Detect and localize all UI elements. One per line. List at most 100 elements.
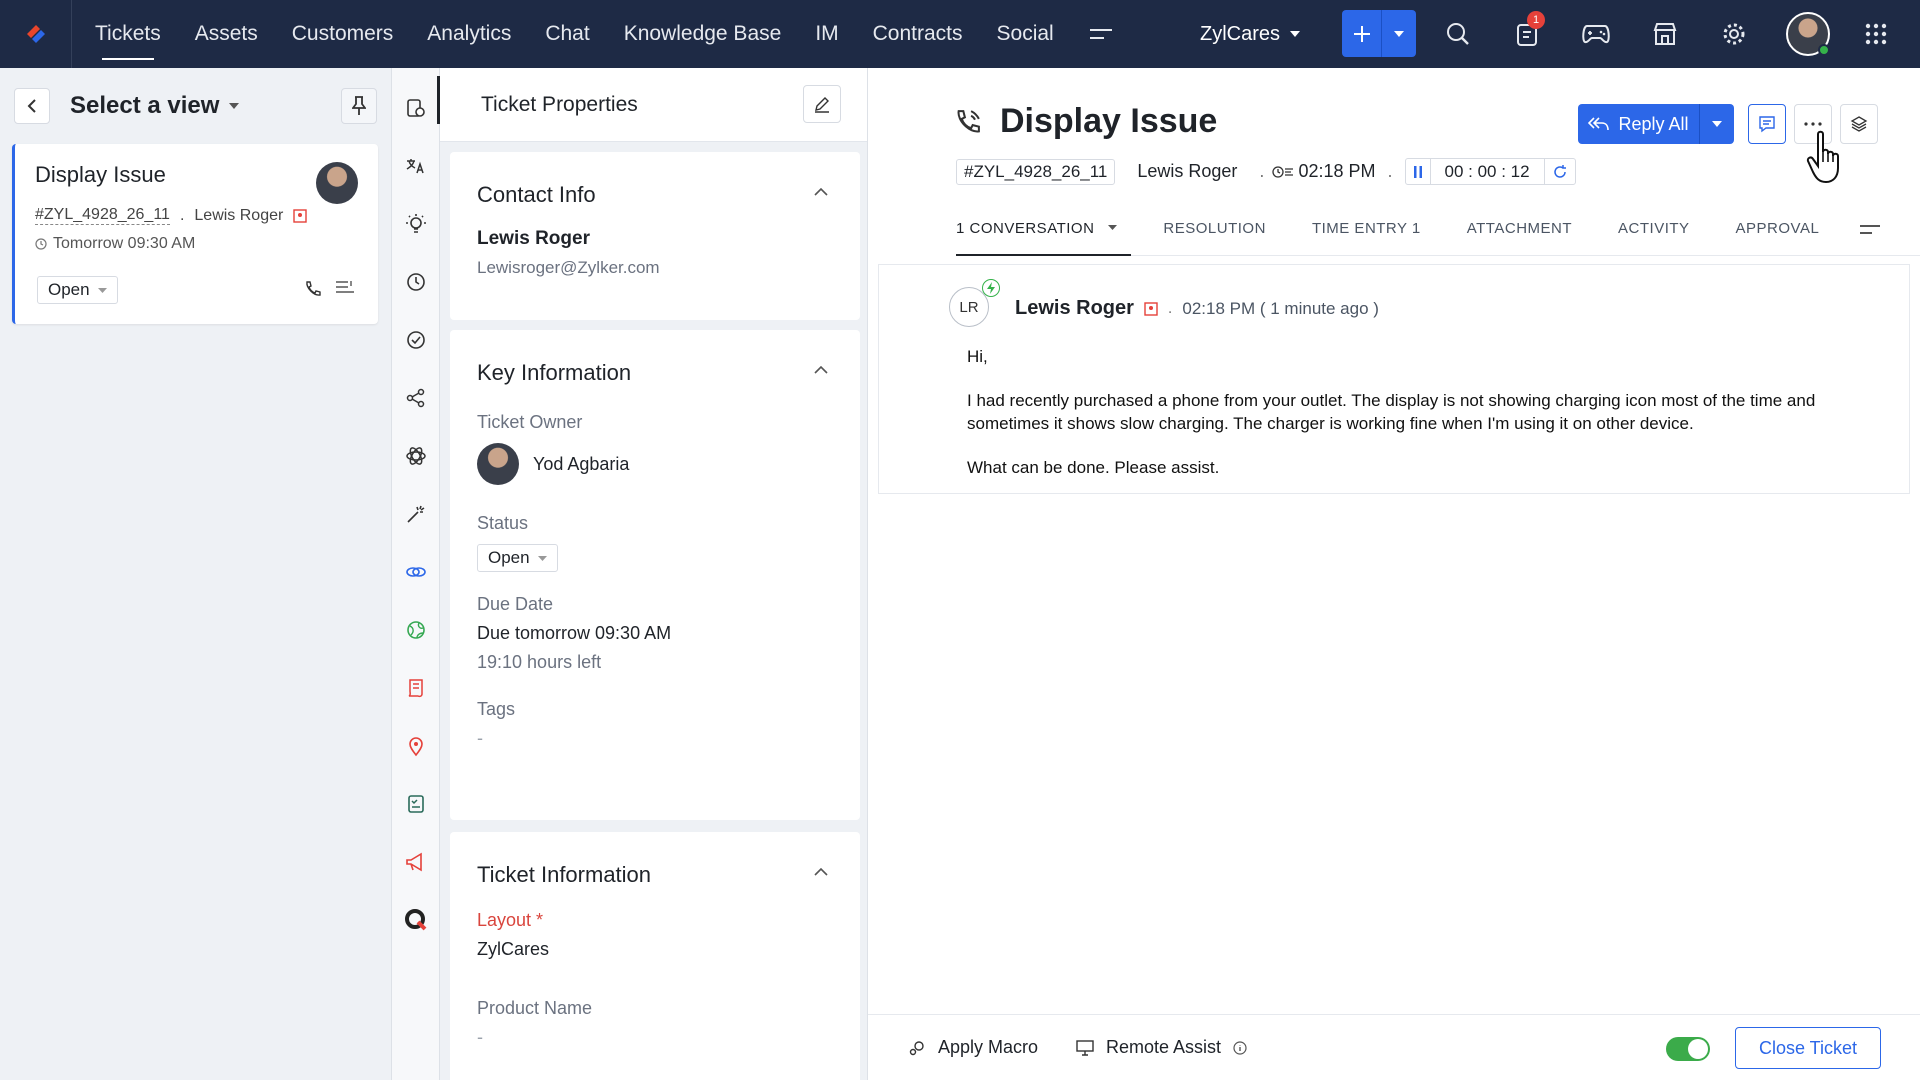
app-grid-icon[interactable]	[1856, 14, 1896, 54]
chevron-up-icon[interactable]	[814, 868, 828, 876]
macro-gear-icon	[909, 1040, 924, 1055]
main-nav: Tickets Assets Customers Analytics Chat …	[72, 0, 1131, 68]
tab-activity[interactable]: ACTIVITY	[1618, 216, 1690, 255]
scroll-integration-icon[interactable]	[400, 672, 432, 704]
layout-label: Layout *	[477, 910, 544, 930]
check-circle-icon[interactable]	[400, 324, 432, 356]
phone-channel-icon	[306, 281, 321, 296]
add-dropdown-caret-icon[interactable]	[1382, 10, 1416, 57]
chevron-up-icon[interactable]	[814, 188, 828, 196]
contact-info-section: Contact Info Lewis Roger Lewisroger@Zylk…	[450, 152, 860, 320]
contact-info-title[interactable]: Contact Info	[477, 182, 833, 208]
chevron-up-icon[interactable]	[814, 366, 828, 374]
settings-gear-icon[interactable]	[1714, 14, 1754, 54]
marketplace-icon[interactable]	[1645, 14, 1685, 54]
thread-author[interactable]: Lewis Roger	[1015, 297, 1134, 320]
nav-social[interactable]: Social	[980, 0, 1071, 68]
reply-dropdown-caret-icon[interactable]	[1700, 104, 1734, 144]
ticket-status-dropdown[interactable]: Open	[37, 276, 118, 304]
separator-dot: .	[1387, 161, 1393, 181]
tab-approval[interactable]: APPROVAL	[1736, 216, 1820, 255]
status-dropdown[interactable]: Open	[477, 544, 558, 572]
close-ticket-button[interactable]: Close Ticket	[1735, 1027, 1881, 1069]
key-information-section: Key Information Ticket Owner Yod Agbaria…	[450, 330, 860, 820]
ticket-subject[interactable]: Display Issue	[1000, 102, 1217, 141]
ticket-id[interactable]: #ZYL_4928_26_11	[35, 206, 170, 225]
ticket-contact[interactable]: Lewis Roger	[1137, 161, 1237, 182]
reply-all-icon	[1588, 117, 1610, 131]
plus-icon[interactable]	[1342, 10, 1382, 57]
ticket-owner-name: Yod Agbaria	[533, 453, 630, 474]
back-button[interactable]	[14, 88, 50, 124]
lightbulb-icon[interactable]	[400, 208, 432, 240]
ticket-card[interactable]: Display Issue #ZYL_4928_26_11 . Lewis Ro…	[12, 144, 378, 324]
tags-value[interactable]: -	[477, 728, 833, 749]
gamescope-icon[interactable]	[1576, 14, 1616, 54]
ticket-properties-panel: Ticket Properties Contact Info Lewis Rog…	[440, 68, 868, 1080]
reply-all-main[interactable]: Reply All	[1578, 104, 1700, 144]
translate-icon[interactable]	[400, 150, 432, 182]
department-selector[interactable]: ZylCares	[1200, 0, 1301, 68]
user-avatar[interactable]	[1786, 12, 1830, 56]
magic-wand-icon[interactable]	[400, 498, 432, 530]
layout-value[interactable]: ZylCares	[477, 939, 833, 960]
ticket-id-chip[interactable]: #ZYL_4928_26_11	[956, 158, 1116, 185]
nav-more-icon[interactable]	[1071, 0, 1131, 68]
share-icon[interactable]	[400, 382, 432, 414]
info-icon[interactable]	[1233, 1040, 1247, 1055]
pencil-icon	[815, 97, 829, 113]
ticket-owner-field[interactable]: Yod Agbaria	[477, 443, 833, 485]
location-pin-icon[interactable]	[400, 730, 432, 762]
ticket-card-title[interactable]: Display Issue	[35, 162, 358, 188]
due-date-value[interactable]: Due tomorrow 09:30 AM	[477, 623, 833, 644]
nav-chat[interactable]: Chat	[528, 0, 606, 68]
nav-assets[interactable]: Assets	[178, 0, 275, 68]
app-logo[interactable]	[0, 0, 72, 68]
nav-im[interactable]: IM	[798, 0, 855, 68]
time-list-icon	[1272, 165, 1294, 178]
auto-toggle-switch[interactable]	[1666, 1037, 1710, 1061]
search-icon[interactable]	[1438, 14, 1478, 54]
thread-author-row: Lewis Roger . 02:18 PM ( 1 minute ago )	[1015, 297, 1379, 320]
contact-name[interactable]: Lewis Roger	[477, 228, 833, 250]
view-selector[interactable]: Select a view	[70, 92, 219, 120]
notification-icon[interactable]: 1	[1507, 11, 1547, 54]
tab-time-entry[interactable]: TIME ENTRY 1	[1312, 216, 1421, 255]
contact-email[interactable]: Lewisroger@Zylker.com	[477, 258, 833, 278]
refresh-icon[interactable]	[1545, 159, 1575, 184]
nav-contracts[interactable]: Contracts	[856, 0, 980, 68]
conversation-thread: LR Lewis Roger . 02:18 PM ( 1 minute ago…	[878, 264, 1910, 494]
product-name-value[interactable]: -	[477, 1027, 833, 1048]
add-new-button[interactable]	[1342, 10, 1416, 57]
comment-button[interactable]	[1748, 104, 1786, 144]
pause-icon[interactable]	[1406, 159, 1430, 184]
q-app-icon[interactable]	[400, 904, 432, 936]
link-integration-icon[interactable]	[400, 556, 432, 588]
history-icon[interactable]	[400, 266, 432, 298]
tab-conversation[interactable]: 1 CONVERSATION	[956, 216, 1132, 256]
ticket-contact[interactable]: Lewis Roger	[194, 207, 283, 225]
tabs-more-icon[interactable]	[1860, 222, 1880, 240]
caret-down-icon	[1108, 225, 1118, 230]
reply-all-button[interactable]: Reply All	[1578, 104, 1734, 144]
atom-icon[interactable]	[400, 440, 432, 472]
edit-properties-button[interactable]	[803, 85, 841, 123]
megaphone-icon[interactable]	[400, 846, 432, 878]
ticket-information-section: Ticket Information Layout * ZylCares Pro…	[450, 832, 860, 1080]
due-date-label: Due Date	[477, 594, 554, 614]
remote-assist-button[interactable]: Remote Assist	[1076, 1037, 1247, 1058]
checklist-icon[interactable]	[400, 788, 432, 820]
key-information-title[interactable]: Key Information	[477, 360, 833, 386]
nav-analytics[interactable]: Analytics	[410, 0, 528, 68]
tab-attachment[interactable]: ATTACHMENT	[1467, 216, 1572, 255]
nav-tickets[interactable]: Tickets	[78, 0, 178, 68]
caret-down-icon[interactable]	[229, 103, 240, 109]
globe-integration-icon[interactable]	[400, 614, 432, 646]
apply-macro-button[interactable]: Apply Macro	[908, 1037, 1038, 1058]
ticket-properties-icon[interactable]	[400, 92, 432, 124]
ticket-information-title[interactable]: Ticket Information	[477, 862, 833, 888]
nav-customers[interactable]: Customers	[275, 0, 411, 68]
pin-button[interactable]	[341, 88, 377, 124]
nav-knowledge-base[interactable]: Knowledge Base	[607, 0, 799, 68]
tab-resolution[interactable]: RESOLUTION	[1163, 216, 1266, 255]
